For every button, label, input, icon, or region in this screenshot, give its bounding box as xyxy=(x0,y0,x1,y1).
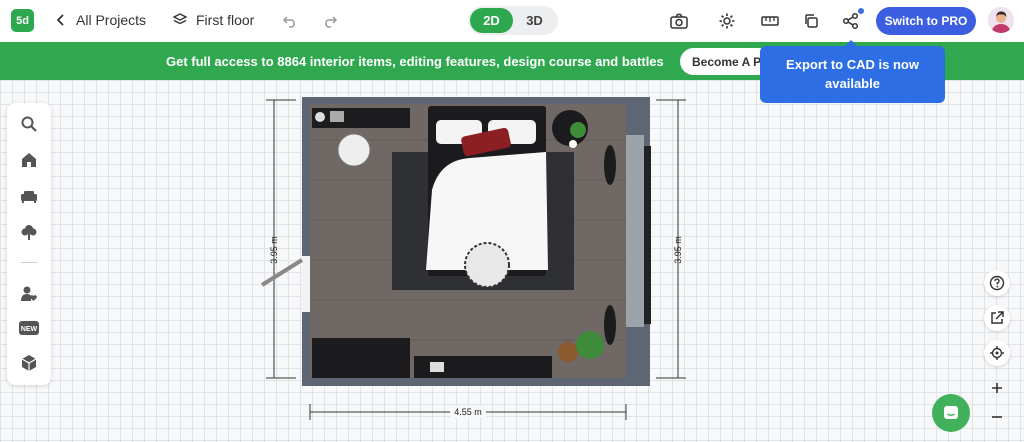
tv-console xyxy=(312,338,410,378)
locate-button[interactable] xyxy=(984,340,1010,366)
sofa-icon xyxy=(21,191,37,203)
back-label: All Projects xyxy=(76,12,147,28)
app-logo[interactable]: 5d xyxy=(11,9,34,32)
armchair-top xyxy=(604,145,616,185)
sidebar-search[interactable] xyxy=(19,114,39,134)
chat-button[interactable] xyxy=(932,394,970,432)
desk xyxy=(312,108,410,128)
share-icon xyxy=(842,12,859,30)
help-icon xyxy=(989,275,1005,291)
redo-icon xyxy=(325,16,338,28)
home-icon xyxy=(22,153,36,167)
camera-icon xyxy=(670,13,688,29)
desk-lamp xyxy=(315,112,325,122)
view-2d-button[interactable]: 2D xyxy=(470,8,513,33)
switch-to-pro-button[interactable]: Switch to PRO xyxy=(876,7,976,35)
floor-selector[interactable]: First floor xyxy=(172,12,254,28)
minus-icon xyxy=(992,416,1002,418)
chevron-left-icon xyxy=(56,14,64,26)
settings-button[interactable] xyxy=(717,11,737,31)
user-avatar[interactable] xyxy=(988,7,1014,33)
open-external-button[interactable] xyxy=(984,305,1010,331)
copy-button[interactable] xyxy=(801,11,821,31)
help-button[interactable] xyxy=(984,270,1010,296)
floor-label: First floor xyxy=(196,12,255,28)
redo-button[interactable] xyxy=(320,11,340,31)
view-3d-button[interactable]: 3D xyxy=(513,8,556,33)
sidebar-3d-objects[interactable] xyxy=(19,353,39,373)
back-to-projects[interactable]: All Projects xyxy=(56,12,146,28)
plant-pot xyxy=(558,342,578,362)
box-icon xyxy=(21,355,37,371)
sidebar-new[interactable]: NEW xyxy=(19,318,39,338)
door-opening xyxy=(302,256,310,312)
ottoman xyxy=(464,242,510,288)
gear-icon xyxy=(719,13,735,29)
share-button[interactable] xyxy=(841,8,864,31)
external-link-icon xyxy=(991,311,1004,324)
plant-bottom xyxy=(576,331,604,359)
sidebar-divider xyxy=(21,262,37,263)
sidebar-furniture[interactable] xyxy=(19,186,39,206)
sidebar-favorites[interactable] xyxy=(19,284,39,304)
locate-icon xyxy=(990,346,1004,360)
svg-text:NEW: NEW xyxy=(21,326,38,333)
curtain xyxy=(644,146,651,324)
door-panel xyxy=(260,258,304,287)
new-badge-icon: NEW xyxy=(19,321,39,335)
sidebar-exterior[interactable] xyxy=(19,222,39,242)
layers-icon xyxy=(172,13,188,25)
left-sidebar: NEW xyxy=(7,103,51,385)
zoom-in-button[interactable] xyxy=(984,375,1010,401)
desk-laptop xyxy=(330,111,344,122)
bedside-lamp xyxy=(569,140,577,148)
right-dimension-label: 3.95 m xyxy=(673,236,683,264)
camera-button[interactable] xyxy=(669,11,689,31)
notification-dot xyxy=(858,8,864,14)
window xyxy=(626,135,644,327)
user-heart-icon xyxy=(21,286,37,301)
armchair-bottom xyxy=(604,305,616,345)
chat-icon xyxy=(944,406,958,419)
plan-canvas[interactable]: 3.95 m 3.95 m 4.55 m xyxy=(0,80,1024,442)
sidebar-rooms[interactable] xyxy=(19,150,39,170)
left-dimension-label: 3.95 m xyxy=(269,236,279,264)
view-mode-toggle: 2D 3D xyxy=(468,6,558,35)
bottom-dimension-label: 4.55 m xyxy=(454,407,482,417)
avatar-icon xyxy=(988,7,1014,33)
plant-top xyxy=(570,122,586,138)
cabinet-decor xyxy=(430,362,444,372)
chair xyxy=(337,133,371,167)
ruler-icon xyxy=(761,16,779,26)
search-icon xyxy=(21,116,37,132)
top-toolbar: 5d All Projects First floor 2D 3D Switch… xyxy=(0,0,1024,42)
zoom-out-button[interactable] xyxy=(984,404,1010,430)
copy-icon xyxy=(805,14,818,28)
export-cad-tooltip: Export to CAD is now available xyxy=(760,40,945,103)
floor-plan[interactable]: 3.95 m 3.95 m 4.55 m xyxy=(0,80,1024,442)
ruler-button[interactable] xyxy=(760,11,780,31)
tree-icon xyxy=(21,225,37,240)
plus-icon xyxy=(992,383,1002,393)
promo-text: Get full access to 8864 interior items, … xyxy=(166,54,664,69)
undo-icon xyxy=(282,16,295,28)
undo-button[interactable] xyxy=(280,11,300,31)
